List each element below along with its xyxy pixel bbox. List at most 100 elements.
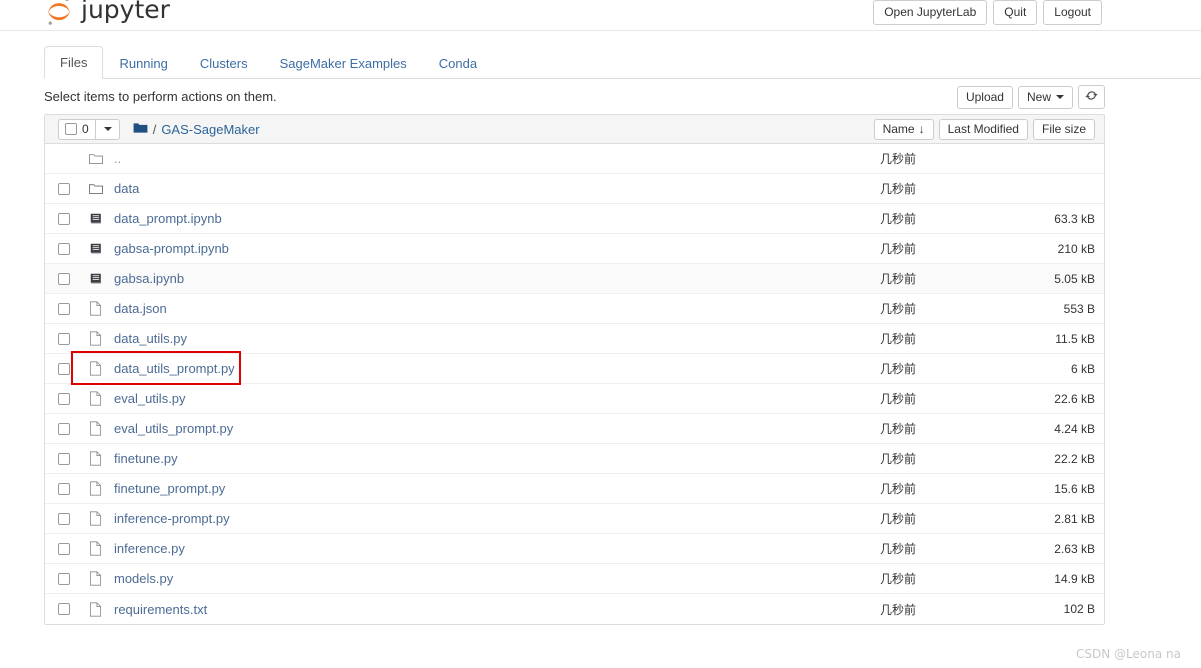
file-name-link[interactable]: inference-prompt.py: [114, 511, 230, 526]
breadcrumb-current-folder[interactable]: GAS-SageMaker: [161, 122, 259, 137]
file-row[interactable]: eval_utils_prompt.py 几秒前 4.24 kB: [45, 414, 1104, 444]
file-icon[interactable]: [89, 571, 114, 586]
file-name-link[interactable]: finetune_prompt.py: [114, 481, 225, 496]
file-name-link[interactable]: requirements.txt: [114, 602, 207, 617]
file-row[interactable]: finetune.py 几秒前 22.2 kB: [45, 444, 1104, 474]
new-dropdown-button[interactable]: New: [1017, 85, 1073, 109]
folder-icon[interactable]: [133, 122, 148, 137]
file-icon[interactable]: [89, 301, 114, 316]
tab-running[interactable]: Running: [103, 47, 183, 79]
sort-by-last-modified-button[interactable]: Last Modified: [938, 119, 1028, 140]
file-row[interactable]: finetune_prompt.py 几秒前 15.6 kB: [45, 474, 1104, 504]
open-jupyterlab-button[interactable]: Open JupyterLab: [873, 0, 988, 25]
row-checkbox[interactable]: [58, 302, 70, 315]
row-checkbox[interactable]: [58, 182, 70, 195]
file-name-link[interactable]: eval_utils_prompt.py: [114, 421, 233, 436]
folder-icon[interactable]: [89, 183, 114, 195]
file-icon[interactable]: [89, 361, 114, 376]
file-row[interactable]: inference.py 几秒前 2.63 kB: [45, 534, 1104, 564]
row-checkbox-cell[interactable]: [58, 392, 89, 405]
row-checkbox-cell[interactable]: [58, 603, 89, 615]
file-row[interactable]: requirements.txt 几秒前 102 B: [45, 594, 1104, 624]
file-row[interactable]: gabsa.ipynb 几秒前 5.05 kB: [45, 264, 1104, 294]
row-checkbox[interactable]: [58, 452, 70, 465]
tab-sagemaker-examples[interactable]: SageMaker Examples: [264, 47, 423, 79]
tab-files[interactable]: Files: [44, 46, 104, 79]
main-tab-bar: Files Running Clusters SageMaker Examples Co…: [44, 46, 1201, 79]
row-checkbox[interactable]: [58, 422, 70, 435]
row-checkbox-cell[interactable]: [58, 332, 89, 345]
row-checkbox[interactable]: [58, 542, 70, 555]
refresh-button[interactable]: [1078, 85, 1105, 109]
notebook-icon[interactable]: [89, 212, 114, 225]
file-icon[interactable]: [89, 541, 114, 556]
row-checkbox[interactable]: [58, 392, 70, 405]
jupyter-brand-text: jupyter: [81, 0, 170, 24]
notebook-icon[interactable]: [89, 242, 114, 255]
file-name-link[interactable]: eval_utils.py: [114, 391, 186, 406]
quit-button[interactable]: Quit: [993, 0, 1038, 25]
file-row[interactable]: data 几秒前: [45, 174, 1104, 204]
select-all-checkbox[interactable]: [65, 123, 77, 135]
upload-button[interactable]: Upload: [956, 85, 1013, 109]
row-checkbox-cell[interactable]: [58, 482, 89, 495]
row-checkbox-cell[interactable]: [58, 302, 89, 315]
file-row[interactable]: inference-prompt.py 几秒前 2.81 kB: [45, 504, 1104, 534]
row-checkbox-cell[interactable]: [58, 242, 89, 255]
sort-by-file-size-button[interactable]: File size: [1032, 119, 1095, 140]
row-checkbox[interactable]: [58, 512, 70, 525]
file-row[interactable]: data_utils_prompt.py 几秒前 6 kB: [45, 354, 1104, 384]
logout-button[interactable]: Logout: [1043, 0, 1102, 25]
file-name-link[interactable]: finetune.py: [114, 451, 178, 466]
file-row[interactable]: gabsa-prompt.ipynb 几秒前 210 kB: [45, 234, 1104, 264]
file-name-link[interactable]: gabsa-prompt.ipynb: [114, 241, 229, 256]
folder-open-icon[interactable]: [89, 153, 114, 165]
file-icon[interactable]: [89, 391, 114, 406]
row-checkbox-cell[interactable]: [58, 422, 89, 435]
file-row[interactable]: eval_utils.py 几秒前 22.6 kB: [45, 384, 1104, 414]
row-checkbox[interactable]: [58, 362, 70, 375]
file-icon[interactable]: [89, 421, 114, 436]
select-all-box[interactable]: 0: [59, 119, 96, 139]
row-checkbox-cell[interactable]: [58, 362, 89, 375]
file-row[interactable]: data_prompt.ipynb 几秒前 63.3 kB: [45, 204, 1104, 234]
file-icon[interactable]: [89, 331, 114, 346]
row-checkbox-cell[interactable]: [58, 272, 89, 285]
file-name-link[interactable]: gabsa.ipynb: [114, 271, 184, 286]
row-checkbox[interactable]: [58, 603, 70, 615]
file-icon[interactable]: [89, 601, 114, 617]
selection-dropdown-button[interactable]: [96, 120, 119, 139]
row-checkbox[interactable]: [58, 212, 70, 225]
sort-by-name-button[interactable]: Name ↓: [873, 119, 934, 140]
file-name-link[interactable]: data_utils_prompt.py: [114, 361, 235, 376]
notebook-icon[interactable]: [89, 272, 114, 285]
row-checkbox-cell[interactable]: [58, 572, 89, 585]
file-name-link[interactable]: data_prompt.ipynb: [114, 211, 222, 226]
file-row[interactable]: models.py 几秒前 14.9 kB: [45, 564, 1104, 594]
row-checkbox[interactable]: [58, 482, 70, 495]
file-icon[interactable]: [89, 511, 114, 526]
row-checkbox[interactable]: [58, 242, 70, 255]
row-checkbox-cell[interactable]: [58, 452, 89, 465]
file-name-link[interactable]: ..: [114, 151, 121, 166]
file-icon[interactable]: [89, 451, 114, 466]
row-checkbox-cell[interactable]: [58, 182, 89, 195]
file-name-link[interactable]: data: [114, 181, 139, 196]
tab-conda[interactable]: Conda: [423, 47, 493, 79]
row-checkbox[interactable]: [58, 272, 70, 285]
row-checkbox-cell[interactable]: [58, 512, 89, 525]
row-checkbox-cell[interactable]: [58, 212, 89, 225]
row-checkbox[interactable]: [58, 572, 70, 585]
jupyter-brand[interactable]: jupyter: [44, 0, 170, 26]
file-name-link[interactable]: data_utils.py: [114, 331, 187, 346]
file-name-link[interactable]: models.py: [114, 571, 173, 586]
file-name-link[interactable]: data.json: [114, 301, 167, 316]
file-name-link[interactable]: inference.py: [114, 541, 185, 556]
file-row[interactable]: data.json 几秒前 553 B: [45, 294, 1104, 324]
file-row[interactable]: .. 几秒前: [45, 144, 1104, 174]
row-checkbox[interactable]: [58, 332, 70, 345]
file-icon[interactable]: [89, 481, 114, 496]
tab-clusters[interactable]: Clusters: [184, 47, 264, 79]
file-row[interactable]: data_utils.py 几秒前 11.5 kB: [45, 324, 1104, 354]
row-checkbox-cell[interactable]: [58, 542, 89, 555]
